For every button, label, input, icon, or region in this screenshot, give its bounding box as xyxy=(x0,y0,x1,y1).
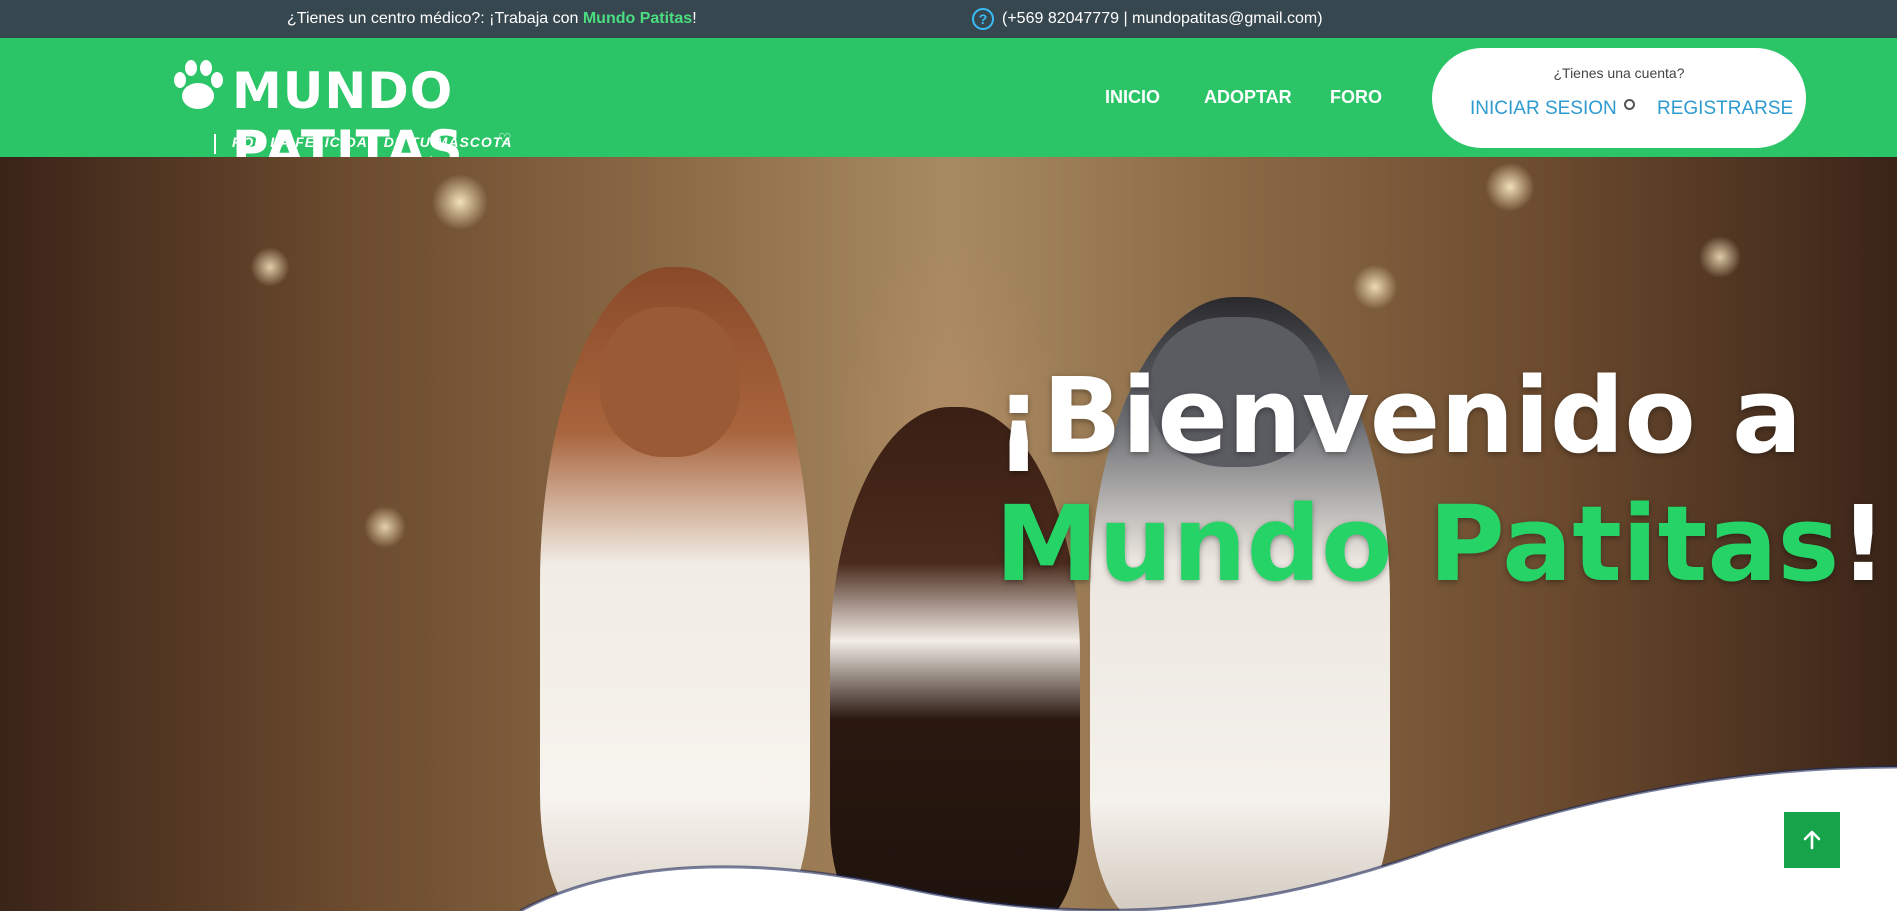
login-link[interactable]: INICIAR SESION xyxy=(1470,98,1617,120)
hero-banner: ¡Bienvenido a Mundo Patitas! xyxy=(0,157,1897,911)
paw-icon xyxy=(174,60,223,109)
arrow-up-icon xyxy=(1803,830,1821,850)
scroll-to-top-button[interactable] xyxy=(1784,812,1840,868)
account-question: ¿Tienes una cuenta? xyxy=(1553,65,1685,81)
question-circle-icon: ? xyxy=(972,8,994,30)
heart-outline-icon: ♡ xyxy=(498,131,512,148)
promo-text: ¿Tienes un centro médico?: ¡Trabaja con … xyxy=(287,10,697,28)
contact-text: (+569 82047779 | mundopatitas@gmail.com) xyxy=(1002,10,1323,27)
hero-bottom-wave xyxy=(519,765,1897,911)
main-header: MUNDO PATITAS POR LA FELICIDAD DE TU MAS… xyxy=(0,38,1897,178)
logo-tagline: POR LA FELICIDAD DE TU MASCOTA xyxy=(232,134,513,150)
account-box: ¿Tienes una cuenta? INICIAR SESION REGIS… xyxy=(1432,48,1806,148)
top-info-bar: ¿Tienes un centro médico?: ¡Trabaja con … xyxy=(0,0,1897,38)
nav-inicio[interactable]: INICIO xyxy=(1105,87,1160,108)
contact-info: ? (+569 82047779 | mundopatitas@gmail.co… xyxy=(972,8,1323,30)
nav-foro[interactable]: FORO xyxy=(1330,87,1382,108)
nav-adoptar[interactable]: ADOPTAR xyxy=(1204,87,1292,108)
promo-suffix: ! xyxy=(692,10,697,27)
promo-prefix: ¿Tienes un centro médico?: ¡Trabaja con xyxy=(287,10,583,27)
register-link[interactable]: REGISTRARSE xyxy=(1657,98,1793,120)
separator-dot xyxy=(1624,99,1635,110)
promo-brand-link[interactable]: Mundo Patitas xyxy=(583,10,692,27)
site-logo[interactable]: MUNDO PATITAS POR LA FELICIDAD DE TU MAS… xyxy=(168,56,568,178)
logo-divider xyxy=(214,134,216,154)
